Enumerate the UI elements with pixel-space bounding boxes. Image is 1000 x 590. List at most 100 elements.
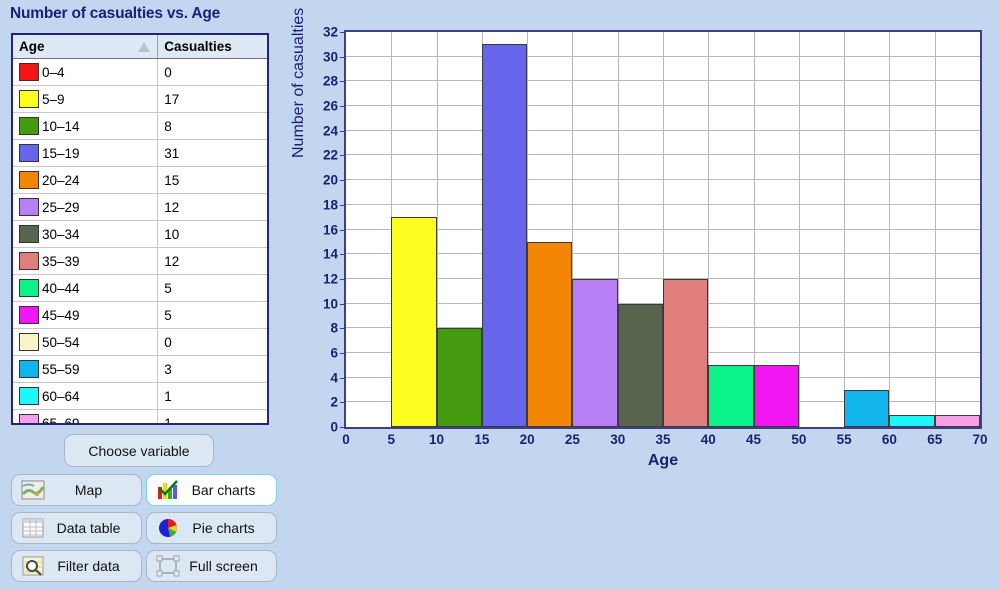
x-axis-tick-label: 5	[387, 432, 396, 447]
table-cell-age: 50–54	[13, 328, 159, 356]
chart-bar[interactable]	[708, 365, 754, 427]
app-root: Number of casualties vs. Age Age Casualt…	[0, 0, 1000, 590]
table-cell-age: 0–4	[13, 58, 159, 86]
map-button[interactable]: Map	[11, 474, 142, 506]
table-cell-age-label: 50–54	[42, 335, 80, 350]
chart-bar[interactable]	[572, 278, 618, 427]
table-cell-casualties: 17	[157, 85, 267, 113]
table-row[interactable]: 25–29 12	[13, 193, 267, 221]
table-row[interactable]: 50–54 0	[13, 328, 267, 356]
table-row[interactable]: 35–39 12	[13, 247, 267, 275]
color-swatch-icon	[19, 279, 39, 297]
table-row[interactable]: 20–24 15	[13, 166, 267, 194]
y-axis-tick-label: 6	[330, 345, 338, 361]
color-swatch-icon	[19, 414, 39, 423]
table-row[interactable]: 55–59 3	[13, 355, 267, 383]
chart-bar[interactable]	[753, 365, 799, 427]
table-cell-casualties: 0	[157, 328, 267, 356]
table-body: 0–4 0 5–9 17 10–14 8 15–19 31 20–24 15 25–29 12 30–3…	[13, 58, 267, 425]
table-row[interactable]: 10–14 8	[13, 112, 267, 140]
table-cell-casualties: 0	[157, 58, 267, 86]
y-axis-tick-mark	[340, 106, 345, 108]
table-cell-casualties: 3	[157, 355, 267, 383]
y-axis-tick-mark	[340, 278, 345, 280]
x-axis-tick-label: 25	[564, 432, 580, 447]
table-row[interactable]: 65–69 1	[13, 409, 267, 425]
filter-data-button[interactable]: Filter data	[11, 550, 142, 582]
y-axis-tick-mark	[340, 56, 345, 58]
color-swatch-icon	[19, 198, 39, 216]
x-axis-tick-label: 15	[474, 432, 490, 447]
y-axis-tick-mark	[340, 32, 345, 33]
table-row[interactable]: 15–19 31	[13, 139, 267, 167]
pie-charts-button[interactable]: Pie charts	[146, 512, 277, 544]
table-cell-age-label: 20–24	[42, 173, 80, 188]
bar-chart: Number of casualties Age 0 2 4 6 8 10 12 14 16 18…	[290, 8, 1000, 478]
table-cell-age-label: 45–49	[42, 308, 80, 323]
y-axis-tick-mark	[340, 81, 345, 83]
chart-bar[interactable]	[844, 389, 890, 427]
data-table-button[interactable]: Data table	[11, 512, 142, 544]
y-axis-tick-label: 32	[322, 24, 338, 40]
x-axis-tick-label: 55	[836, 432, 852, 447]
table-cell-age-label: 40–44	[42, 281, 80, 296]
table-cell-age: 45–49	[13, 301, 159, 329]
y-axis-tick-label: 10	[322, 296, 338, 312]
x-axis-tick-label: 65	[927, 432, 943, 447]
table-row[interactable]: 40–44 5	[13, 274, 267, 302]
bar-charts-button[interactable]: Bar charts	[146, 474, 277, 506]
table-cell-age: 55–59	[13, 355, 159, 383]
table-cell-age: 5–9	[13, 85, 159, 113]
pie-chart-icon	[155, 517, 181, 539]
chart-bar[interactable]	[481, 44, 528, 427]
y-axis-tick-label: 4	[330, 370, 338, 386]
sort-ascending-triangle-icon[interactable]	[138, 41, 151, 52]
table-cell-casualties: 15	[157, 166, 267, 194]
chart-bar[interactable]	[391, 217, 437, 427]
chart-bar[interactable]	[527, 241, 573, 427]
color-swatch-icon	[19, 252, 39, 270]
full-screen-icon	[155, 555, 181, 577]
color-swatch-icon	[19, 387, 39, 405]
x-axis-tick-label: 50	[791, 432, 807, 447]
y-axis-tick-mark	[340, 352, 345, 354]
x-axis-tick-label: 30	[610, 432, 626, 447]
choose-variable-label: Choose variable	[88, 442, 190, 459]
chart-bar[interactable]	[663, 278, 709, 427]
column-header-age[interactable]: Age	[13, 35, 159, 59]
table-cell-age-label: 25–29	[42, 200, 80, 215]
y-axis-tick-mark	[340, 204, 345, 206]
y-axis-tick-label: 18	[322, 197, 338, 213]
variable-table[interactable]: Age Casualties 0–4 0 5–9 17 10–14 8 15–19 31 20–…	[11, 33, 269, 425]
x-axis-label: Age	[647, 452, 679, 469]
table-row[interactable]: 0–4 0	[13, 58, 267, 86]
color-swatch-icon	[19, 90, 39, 108]
column-header-age-label: Age	[19, 39, 45, 54]
bar-chart-icon	[155, 479, 181, 501]
gridline-vertical	[934, 32, 936, 427]
plot-area[interactable]	[344, 30, 982, 429]
table-cell-age-label: 0–4	[42, 65, 65, 80]
table-cell-age: 30–34	[13, 220, 159, 248]
y-axis-tick-label: 20	[322, 172, 338, 188]
y-axis-tick-label: 2	[330, 394, 338, 410]
chart-bar[interactable]	[617, 303, 663, 427]
table-cell-age-label: 10–14	[42, 119, 80, 134]
chart-bar[interactable]	[436, 328, 482, 427]
chart-bar[interactable]	[889, 414, 935, 427]
table-row[interactable]: 60–64 1	[13, 382, 267, 410]
table-cell-age-label: 65–69	[42, 416, 80, 425]
chart-bar[interactable]	[934, 414, 980, 427]
table-grid-icon	[20, 517, 46, 539]
filter-data-button-label: Filter data	[57, 558, 120, 574]
table-cell-casualties: 12	[157, 193, 267, 221]
column-header-casualties[interactable]: Casualties	[157, 35, 267, 59]
choose-variable-button[interactable]: Choose variable	[64, 434, 214, 467]
left-panel: Number of casualties vs. Age Age Casualt…	[0, 0, 288, 590]
x-axis-tick-label: 35	[655, 432, 671, 447]
full-screen-button[interactable]: Full screen	[146, 550, 277, 582]
x-axis-tick-label: 0	[342, 432, 350, 447]
table-row[interactable]: 45–49 5	[13, 301, 267, 329]
table-row[interactable]: 30–34 10	[13, 220, 267, 248]
table-row[interactable]: 5–9 17	[13, 85, 267, 113]
